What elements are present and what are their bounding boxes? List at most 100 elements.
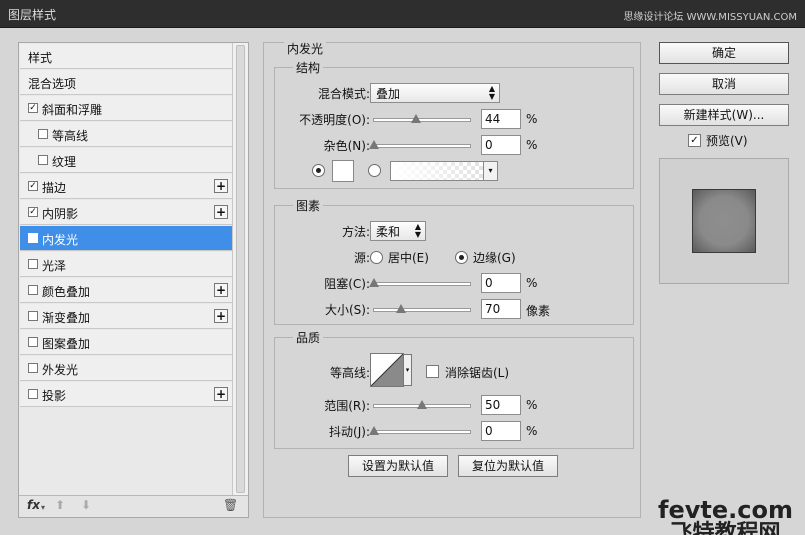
add-style-icon[interactable]: + <box>214 283 228 297</box>
source-edge-radio[interactable] <box>455 251 468 264</box>
add-style-icon[interactable]: + <box>214 309 228 323</box>
style-item[interactable]: 外发光 <box>20 356 232 381</box>
style-checkbox[interactable] <box>28 285 38 295</box>
noise-label: 杂色(N): <box>323 139 370 153</box>
move-down-icon[interactable]: ⬇ <box>81 498 91 512</box>
site-logo-name: 飞特教程网 <box>670 521 781 535</box>
window-title: 图层样式 <box>8 8 57 22</box>
gradient-radio[interactable] <box>368 164 381 177</box>
add-style-icon[interactable]: + <box>214 387 228 401</box>
choke-unit: % <box>526 276 538 290</box>
jitter-label: 抖动(J): <box>329 425 370 439</box>
opacity-slider-thumb[interactable] <box>411 114 422 123</box>
fx-button[interactable]: fx <box>27 498 40 512</box>
size-unit: 像素 <box>526 304 551 318</box>
style-checkbox[interactable]: ✓ <box>28 233 38 243</box>
choke-slider[interactable] <box>369 278 471 287</box>
style-item-label: 投影 <box>42 389 67 403</box>
solid-color-radio[interactable] <box>312 164 325 177</box>
blend-mode-select[interactable]: 叠加 ▲ ▼ <box>370 83 500 103</box>
fx-dropdown-icon[interactable]: ▾ <box>41 503 45 512</box>
style-item-label: 描边 <box>42 181 67 195</box>
style-checkbox[interactable]: ✓ <box>28 103 38 113</box>
style-checkbox[interactable] <box>28 259 38 269</box>
style-item[interactable]: 混合选项 <box>20 70 232 95</box>
glow-color-swatch[interactable] <box>332 160 354 182</box>
choke-slider-thumb[interactable] <box>369 278 379 287</box>
method-label: 方法: <box>341 225 370 239</box>
size-input[interactable]: 70 <box>481 299 521 319</box>
cancel-button[interactable]: 取消 <box>659 73 789 95</box>
range-slider[interactable] <box>373 400 471 409</box>
method-select[interactable]: 柔和 ▲ ▼ <box>370 221 426 241</box>
noise-slider-thumb[interactable] <box>369 140 379 149</box>
antialias-checkbox[interactable] <box>426 365 439 378</box>
noise-slider[interactable] <box>369 140 471 149</box>
source-edge-label: 边缘(G) <box>473 251 516 265</box>
jitter-slider[interactable] <box>369 426 471 435</box>
styles-scrollbar[interactable] <box>232 43 248 497</box>
preview-checkbox[interactable]: ✓ <box>688 134 701 147</box>
noise-input[interactable]: 0 <box>481 135 521 155</box>
gradient-dropdown-icon[interactable]: ▾ <box>483 162 497 180</box>
quality-section: 品质 等高线: ▾ 消除锯齿(L) 范围(R): 50 % 抖动(J): 0 % <box>274 329 634 449</box>
trash-icon[interactable]: 🗑 <box>223 498 238 512</box>
add-style-icon[interactable]: + <box>214 205 228 219</box>
add-style-icon[interactable]: + <box>214 179 228 193</box>
style-checkbox[interactable] <box>38 129 48 139</box>
jitter-slider-thumb[interactable] <box>369 426 379 435</box>
style-item-label: 颜色叠加 <box>42 285 91 299</box>
style-item[interactable]: 样式 <box>20 44 232 69</box>
source-label: 源: <box>353 251 370 265</box>
ok-button[interactable]: 确定 <box>659 42 789 64</box>
style-item[interactable]: ✓ 斜面和浮雕 <box>20 96 232 121</box>
site-logo: fevte.com 飞特教程网 <box>658 498 793 535</box>
contour-dropdown-icon[interactable]: ▾ <box>403 354 412 386</box>
opacity-input[interactable]: 44 <box>481 109 521 129</box>
style-item-label: 等高线 <box>52 129 89 143</box>
style-item[interactable]: ✓ 内发光 <box>20 226 232 251</box>
style-item[interactable]: ✓ 描边 + <box>20 174 232 199</box>
size-slider[interactable] <box>373 304 471 313</box>
scrollbar-thumb[interactable] <box>236 45 245 493</box>
elements-section: 图素 方法: 柔和 ▲ ▼ 源: 居中(E) 边缘(G) 阻塞(C): 0 % 大… <box>274 197 634 325</box>
opacity-unit: % <box>526 112 538 126</box>
reset-default-button[interactable]: 复位为默认值 <box>458 455 558 477</box>
style-checkbox[interactable]: ✓ <box>28 207 38 217</box>
noise-unit: % <box>526 138 538 152</box>
style-item[interactable]: 颜色叠加 + <box>20 278 232 303</box>
style-checkbox[interactable] <box>28 363 38 373</box>
make-default-button[interactable]: 设置为默认值 <box>348 455 448 477</box>
style-item-label: 斜面和浮雕 <box>42 103 103 117</box>
style-checkbox[interactable]: ✓ <box>28 181 38 191</box>
opacity-slider[interactable] <box>373 114 471 123</box>
antialias-label: 消除锯齿(L) <box>445 366 510 380</box>
range-input[interactable]: 50 <box>481 395 521 415</box>
move-up-icon[interactable]: ⬆ <box>55 498 65 512</box>
gradient-picker[interactable]: ▾ <box>390 161 498 181</box>
range-slider-thumb[interactable] <box>417 400 427 409</box>
jitter-unit: % <box>526 424 538 438</box>
style-checkbox[interactable] <box>28 311 38 321</box>
style-item-label: 外发光 <box>42 363 79 377</box>
source-center-radio[interactable] <box>370 251 383 264</box>
style-checkbox[interactable] <box>28 337 38 347</box>
style-preview <box>659 158 789 284</box>
style-checkbox[interactable] <box>38 155 48 165</box>
new-style-button[interactable]: 新建样式(W)... <box>659 104 789 126</box>
style-item[interactable]: 等高线 <box>20 122 232 147</box>
style-checkbox[interactable] <box>28 389 38 399</box>
contour-picker[interactable]: ▾ <box>370 353 412 387</box>
style-item[interactable]: 图案叠加 <box>20 330 232 355</box>
style-item[interactable]: 渐变叠加 + <box>20 304 232 329</box>
choke-input[interactable]: 0 <box>481 273 521 293</box>
quality-title: 品质 <box>293 329 324 346</box>
jitter-input[interactable]: 0 <box>481 421 521 441</box>
contour-label: 等高线: <box>329 366 370 380</box>
style-item[interactable]: 纹理 <box>20 148 232 173</box>
opacity-label: 不透明度(O): <box>299 113 370 127</box>
style-item[interactable]: 投影 + <box>20 382 232 407</box>
style-item[interactable]: ✓ 内阴影 + <box>20 200 232 225</box>
style-item[interactable]: 光泽 <box>20 252 232 277</box>
size-slider-thumb[interactable] <box>395 304 406 313</box>
